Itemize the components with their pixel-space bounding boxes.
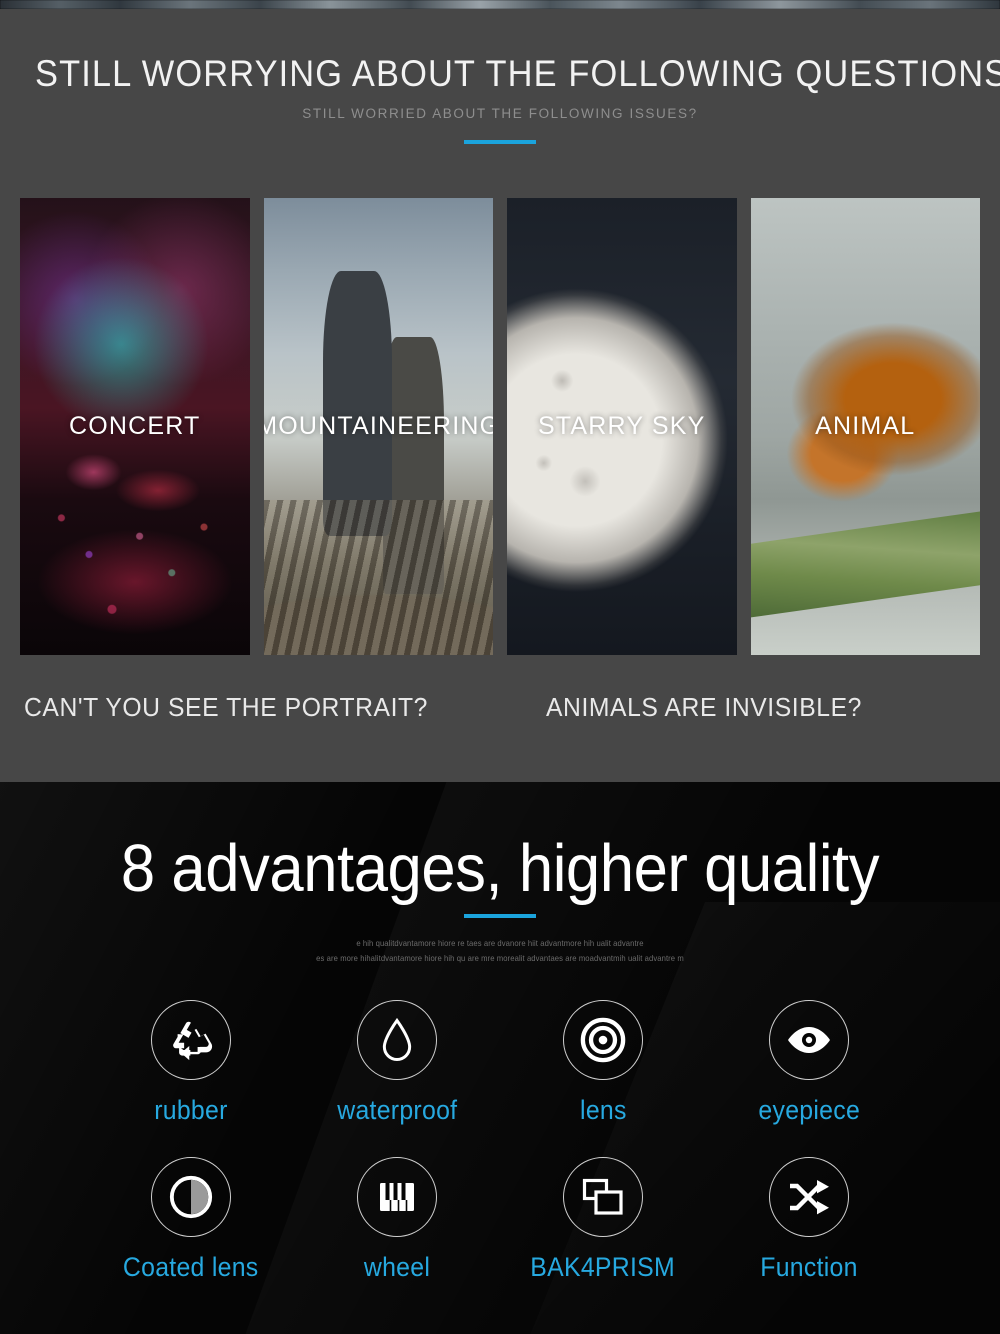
feature-function[interactable]: Function bbox=[706, 1157, 912, 1314]
section1-title: STILL WORRYING ABOUT THE FOLLOWING QUEST… bbox=[35, 53, 1000, 94]
section1-subtitle: STILL WORRIED ABOUT THE FOLLOWING ISSUES… bbox=[302, 106, 698, 121]
scenario-card-starry-sky[interactable]: STARRY SKY bbox=[507, 198, 737, 655]
eye-icon bbox=[769, 1000, 849, 1080]
scenario-card-animal[interactable]: ANIMAL bbox=[750, 198, 980, 655]
feature-label: wheel bbox=[363, 1252, 431, 1282]
feature-eyepiece[interactable]: eyepiece bbox=[706, 1000, 912, 1157]
contrast-circle-icon bbox=[151, 1157, 231, 1237]
feature-label: waterproof bbox=[336, 1095, 458, 1125]
advantages-section: 8 advantages, higher quality e hih quali… bbox=[0, 782, 1000, 1334]
product-detail-page: STILL WORRYING ABOUT THE FOLLOWING QUEST… bbox=[0, 0, 1000, 1334]
scenario-card-mountaineering[interactable]: MOUNTAINEERING bbox=[263, 198, 494, 655]
top-photo-sliver bbox=[0, 0, 1000, 9]
questions-section: STILL WORRYING ABOUT THE FOLLOWING QUEST… bbox=[0, 9, 1000, 782]
section2-paragraph: e hih qualitdvantamore hiore re taes are… bbox=[50, 936, 950, 966]
section2-paragraph-line-1: e hih qualitdvantamore hiore re taes are… bbox=[356, 938, 644, 948]
section2-accent-bar bbox=[464, 914, 536, 918]
caption-portrait: CAN'T YOU SEE THE PORTRAIT? bbox=[24, 692, 428, 722]
recycle-icon bbox=[151, 1000, 231, 1080]
overlapping-rectangles-icon bbox=[563, 1157, 643, 1237]
shuffle-arrows-icon bbox=[769, 1157, 849, 1237]
caption-animals: ANIMALS ARE INVISIBLE? bbox=[546, 692, 862, 722]
feature-rubber[interactable]: rubber bbox=[88, 1000, 294, 1157]
feature-label: eyepiece bbox=[758, 1095, 860, 1125]
feature-wheel[interactable]: wheel bbox=[294, 1157, 500, 1314]
section1-caption-row: CAN'T YOU SEE THE PORTRAIT? ANIMALS ARE … bbox=[0, 692, 1000, 742]
feature-label: rubber bbox=[154, 1095, 228, 1125]
section2-title: 8 advantages, higher quality bbox=[120, 831, 880, 906]
scenario-card-label: MOUNTAINEERING bbox=[263, 412, 494, 440]
feature-coated-lens[interactable]: Coated lens bbox=[88, 1157, 294, 1314]
scenario-card-concert[interactable]: CONCERT bbox=[20, 198, 250, 655]
section2-paragraph-line-2: es are more hihalitdvantamore hiore hih … bbox=[316, 953, 684, 963]
target-circles-icon bbox=[563, 1000, 643, 1080]
piano-keys-icon bbox=[357, 1157, 437, 1237]
scenario-card-label: CONCERT bbox=[68, 412, 201, 440]
feature-waterproof[interactable]: waterproof bbox=[294, 1000, 500, 1157]
water-drop-icon bbox=[357, 1000, 437, 1080]
feature-bak4prism[interactable]: BAK4PRISM bbox=[500, 1157, 706, 1314]
feature-icon-grid: rubber waterproof lens eyepiece Coated l… bbox=[88, 1000, 912, 1314]
scenario-card-label: STARRY SKY bbox=[537, 412, 706, 440]
feature-label: lens bbox=[579, 1095, 627, 1125]
feature-lens[interactable]: lens bbox=[500, 1000, 706, 1157]
feature-label: Coated lens bbox=[123, 1252, 259, 1282]
feature-label: Function bbox=[760, 1252, 858, 1282]
scenario-card-label: ANIMAL bbox=[815, 412, 916, 440]
section1-accent-bar bbox=[464, 140, 536, 144]
feature-label: BAK4PRISM bbox=[530, 1252, 676, 1282]
scenario-card-row: CONCERT MOUNTAINEERING STARRY SKY ANIMAL bbox=[20, 198, 980, 655]
